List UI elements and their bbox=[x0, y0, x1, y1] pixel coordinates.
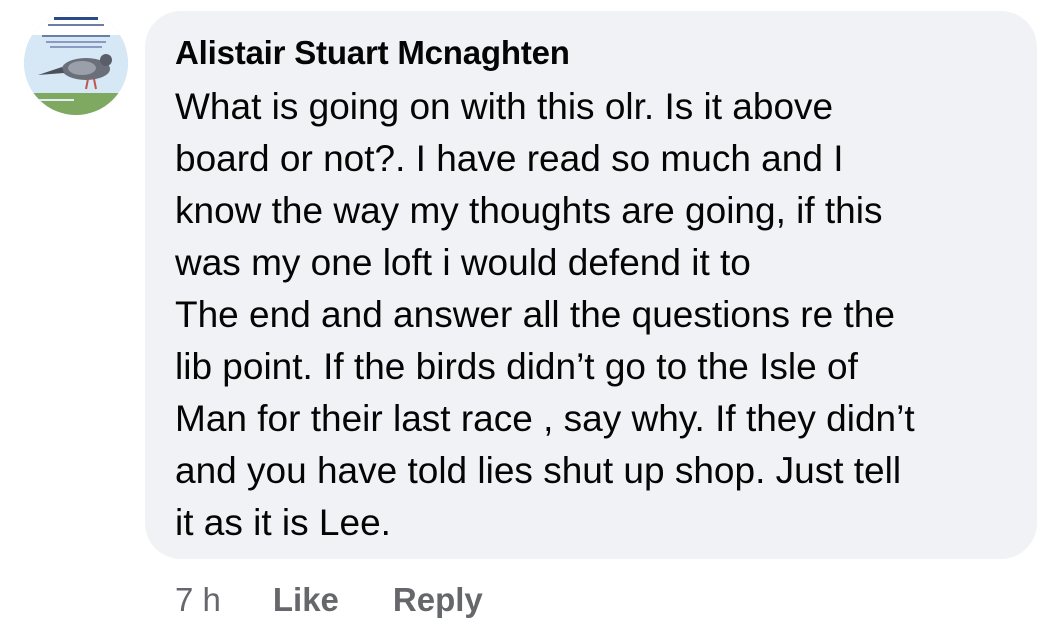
comment-text-line: it as it is Lee. bbox=[175, 502, 391, 543]
comment-text: What is going on with this olr. Is it ab… bbox=[175, 81, 1025, 549]
comment-text-line: and you have told lies shut up shop. Jus… bbox=[175, 450, 902, 491]
comment-text-line: board or not?. I have read so much and I bbox=[175, 138, 844, 179]
comment: Alistair Stuart Mcnaghten What is going … bbox=[0, 0, 1054, 631]
pigeon-icon bbox=[24, 11, 128, 115]
comment-text-line: The end and answer all the questions re … bbox=[175, 294, 895, 335]
comment-text-line: Man for their last race , say why. If th… bbox=[175, 398, 915, 439]
comment-text-line: What is going on with this olr. Is it ab… bbox=[175, 86, 834, 127]
like-button[interactable]: Like bbox=[273, 581, 339, 619]
comment-bubble: Alistair Stuart Mcnaghten What is going … bbox=[145, 11, 1037, 559]
avatar[interactable] bbox=[24, 11, 128, 115]
comment-timestamp[interactable]: 7 h bbox=[175, 581, 221, 619]
comment-text-line: know the way my thoughts are going, if t… bbox=[175, 190, 883, 231]
comment-author[interactable]: Alistair Stuart Mcnaghten bbox=[175, 33, 1013, 73]
comment-actions: 7 h Like Reply bbox=[175, 578, 537, 622]
comment-text-line: lib point. If the birds didn’t go to the… bbox=[175, 346, 858, 387]
reply-button[interactable]: Reply bbox=[393, 581, 483, 619]
comment-text-line: was my one loft i would defend it to bbox=[175, 242, 751, 283]
